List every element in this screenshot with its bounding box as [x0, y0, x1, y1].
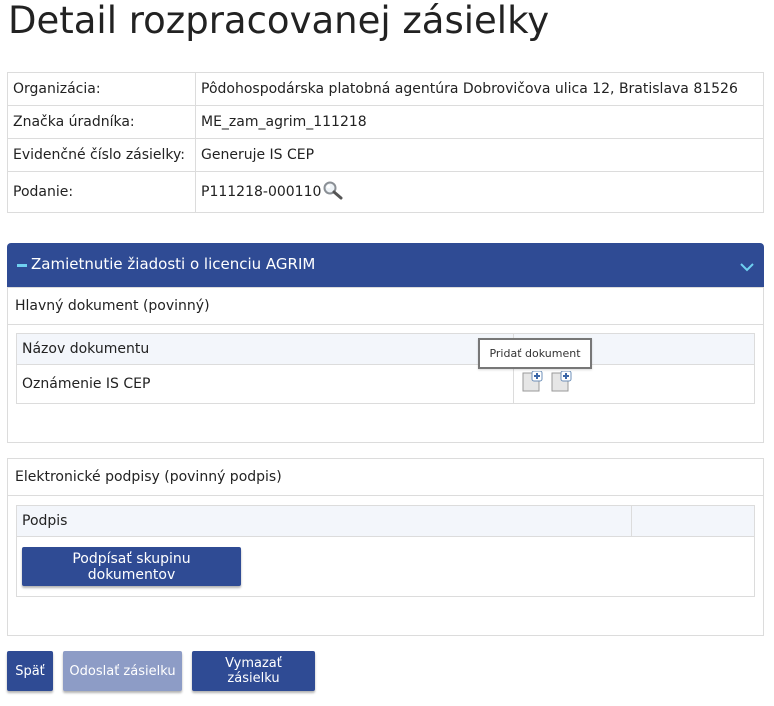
back-button[interactable]: Späť	[7, 651, 53, 691]
main-document-panel: Hlavný dokument (povinný) Názov dokument…	[7, 287, 764, 443]
info-label: Podanie:	[7, 171, 196, 213]
add-document-icon[interactable]	[521, 370, 543, 397]
column-header-extra	[631, 505, 755, 537]
sign-documents-button[interactable]: Podpísať skupinu dokumentov	[22, 547, 241, 586]
magnifier-icon[interactable]	[322, 180, 344, 204]
document-actions	[513, 364, 755, 404]
send-shipment-button[interactable]: Odoslať zásielku	[63, 651, 182, 691]
info-row-shipment-number: Evidenčné číslo zásielky: Generuje IS CE…	[7, 138, 764, 172]
page-title: Detail rozpracovanej zásielky	[8, 0, 550, 42]
accordion-header[interactable]: Zamietnutie žiadosti o licenciu AGRIM	[7, 243, 764, 287]
main-document-heading: Hlavný dokument (povinný)	[8, 288, 763, 325]
info-label: Organizácia:	[7, 72, 196, 106]
delete-shipment-button[interactable]: Vymazať zásielku	[192, 651, 315, 691]
add-document-icon[interactable]	[550, 370, 572, 397]
info-value: Generuje IS CEP	[195, 138, 764, 172]
info-label: Evidenčné číslo zásielky:	[7, 138, 196, 172]
info-label: Značka úradníka:	[7, 105, 196, 139]
column-header-document-name: Názov dokumentu	[16, 333, 514, 365]
info-value: Pôdohospodárska platobná agentúra Dobrov…	[195, 72, 764, 106]
info-value: ME_zam_agrim_111218	[195, 105, 764, 139]
signatures-heading: Elektronické podpisy (povinný podpis)	[8, 459, 763, 496]
submission-id: P111218-000110	[201, 184, 322, 200]
document-name: Oznámenie IS CEP	[16, 364, 514, 404]
column-header-signature: Podpis	[16, 505, 632, 537]
main-document-table: Názov dokumentu Oznámenie IS CEP	[16, 333, 755, 404]
table-row: Oznámenie IS CEP	[16, 364, 755, 404]
accordion-title: Zamietnutie žiadosti o licenciu AGRIM	[31, 255, 316, 273]
info-row-organization: Organizácia: Pôdohospodárska platobná ag…	[7, 72, 764, 106]
info-row-officer: Značka úradníka: ME_zam_agrim_111218	[7, 105, 764, 139]
table-header-row: Podpis	[16, 505, 755, 537]
minus-icon	[17, 264, 27, 267]
info-value-cell: P111218-000110	[195, 171, 764, 213]
info-table: Organizácia: Pôdohospodárska platobná ag…	[7, 72, 764, 213]
tooltip-add-document: Pridať dokument	[478, 338, 592, 369]
chevron-down-icon[interactable]	[740, 257, 754, 276]
info-row-submission: Podanie: P111218-000110	[7, 171, 764, 213]
table-header-row: Názov dokumentu	[16, 333, 755, 365]
